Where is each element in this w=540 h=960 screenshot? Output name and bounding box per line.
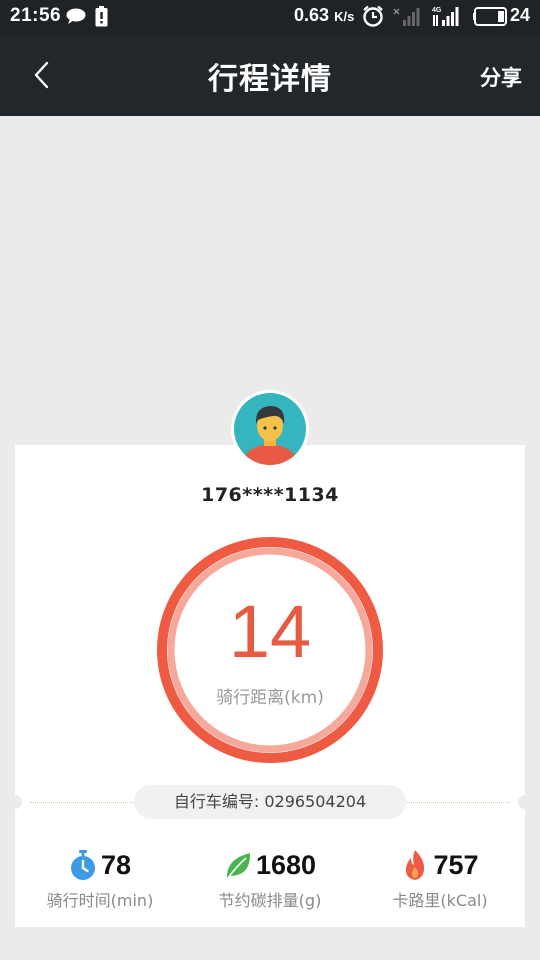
stat-value: 1680	[255, 849, 317, 880]
divider-notch-left	[8, 795, 22, 809]
page-title: 行程详情	[208, 62, 332, 97]
battery-icon	[473, 7, 507, 26]
bike-number: 自行车编号: 0296504204	[134, 785, 406, 819]
stat-value: 78	[100, 849, 132, 880]
distance-value: 14	[228, 590, 312, 673]
signal-weak-icon	[393, 8, 420, 26]
stat-label: 卡路里(kCal)	[392, 891, 488, 910]
share-button[interactable]: 分享	[480, 62, 522, 92]
status-time: 21:56	[10, 5, 62, 26]
stat-ride-time: 78 骑行时间(min)	[15, 845, 185, 911]
stat-carbon-saved: 1680 节约碳排量(g)	[185, 845, 355, 911]
battery-level: 24	[510, 5, 531, 25]
alarm-icon	[363, 5, 383, 27]
stopwatch-icon	[70, 850, 95, 880]
stat-value: 757	[433, 849, 479, 880]
stat-label: 骑行时间(min)	[46, 891, 154, 910]
battery-alert-icon	[95, 6, 108, 27]
flame-icon	[406, 850, 425, 880]
distance-label: 骑行距离(km)	[216, 688, 324, 708]
chat-notification-icon	[66, 8, 86, 24]
signal-4g-icon: 4G	[432, 7, 459, 26]
svg-text:4G: 4G	[432, 7, 442, 14]
user-phone: 176****1134	[201, 484, 339, 506]
leaf-icon	[226, 853, 251, 879]
network-speed: 0.63 K/s	[294, 5, 355, 25]
stat-label: 节约碳排量(g)	[218, 891, 322, 910]
status-bar: 21:56 0.63 K/s 4G 24	[0, 0, 540, 34]
navigation-bar: 行程详情 分享	[0, 34, 540, 116]
divider-notch-right	[518, 795, 532, 809]
user-avatar	[231, 390, 309, 468]
stat-calories: 757 卡路里(kCal)	[355, 845, 525, 911]
